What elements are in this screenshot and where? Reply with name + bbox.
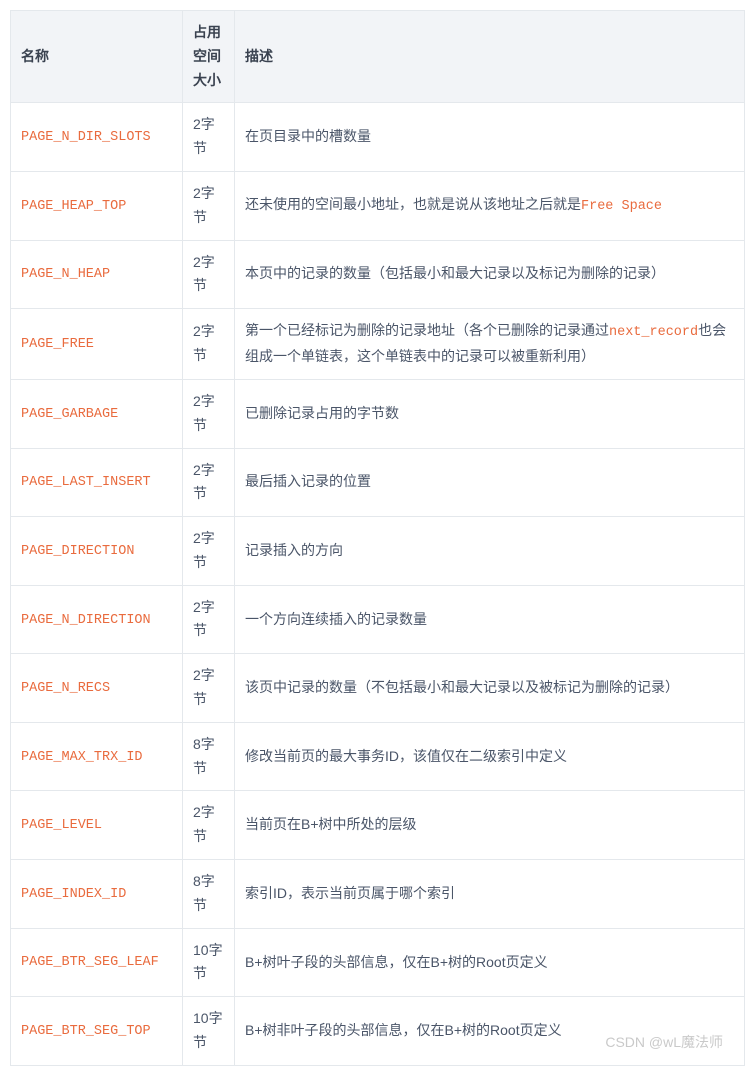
field-size: 10字节 <box>183 997 235 1066</box>
field-name-code: PAGE_BTR_SEG_LEAF <box>21 955 159 970</box>
field-size: 2字节 <box>183 791 235 860</box>
field-size: 10字节 <box>183 928 235 997</box>
field-desc: 修改当前页的最大事务ID，该值仅在二级索引中定义 <box>235 722 745 791</box>
field-desc: 该页中记录的数量（不包括最小和最大记录以及被标记为删除的记录） <box>235 654 745 723</box>
field-size: 2字节 <box>183 240 235 309</box>
desc-text: B+树叶子段的头部信息，仅在B+树的Root页定义 <box>245 954 548 970</box>
table-row: PAGE_HEAP_TOP 2字节还未使用的空间最小地址，也就是说从该地址之后就是… <box>11 171 745 240</box>
desc-text: 最后插入记录的位置 <box>245 473 371 489</box>
desc-text: 已删除记录占用的字节数 <box>245 405 399 421</box>
desc-text: 记录插入的方向 <box>245 542 343 558</box>
field-size: 2字节 <box>183 103 235 172</box>
field-size: 2字节 <box>183 171 235 240</box>
field-name-code: PAGE_MAX_TRX_ID <box>21 750 143 765</box>
field-size: 2字节 <box>183 309 235 380</box>
field-name-code: PAGE_DIRECTION <box>21 544 134 559</box>
field-desc: 索引ID，表示当前页属于哪个索引 <box>235 860 745 929</box>
inline-code: Free Space <box>581 199 662 214</box>
field-name-code: PAGE_INDEX_ID <box>21 887 126 902</box>
desc-text: 第一个已经标记为删除的记录地址（各个已删除的记录通过 <box>245 322 609 338</box>
field-desc: 在页目录中的槽数量 <box>235 103 745 172</box>
desc-text: B+树非叶子段的头部信息，仅在B+树的Root页定义 <box>245 1022 562 1038</box>
field-desc: 已删除记录占用的字节数 <box>235 379 745 448</box>
desc-text: 一个方向连续插入的记录数量 <box>245 611 427 627</box>
desc-text: 当前页在B+树中所处的层级 <box>245 816 417 832</box>
table-row: PAGE_BTR_SEG_LEAF 10字节 B+树叶子段的头部信息，仅在B+树的R… <box>11 928 745 997</box>
desc-text: 该页中记录的数量（不包括最小和最大记录以及被标记为删除的记录） <box>245 679 679 695</box>
table-row: PAGE_MAX_TRX_ID 8字节修改当前页的最大事务ID，该值仅在二级索引中… <box>11 722 745 791</box>
col-header-name: 名称 <box>11 11 183 103</box>
col-header-desc: 描述 <box>235 11 745 103</box>
field-name-code: PAGE_BTR_SEG_TOP <box>21 1024 151 1039</box>
field-name-code: PAGE_GARBAGE <box>21 407 118 422</box>
table-row: PAGE_FREE 2字节第一个已经标记为删除的记录地址（各个已删除的记录通过ne… <box>11 309 745 380</box>
field-name-code: PAGE_LAST_INSERT <box>21 475 151 490</box>
field-desc: 当前页在B+树中所处的层级 <box>235 791 745 860</box>
field-size: 2字节 <box>183 448 235 517</box>
table-row: PAGE_DIRECTION 2字节记录插入的方向 <box>11 517 745 586</box>
field-desc: 记录插入的方向 <box>235 517 745 586</box>
field-name-code: PAGE_N_DIR_SLOTS <box>21 130 151 145</box>
desc-text: 还未使用的空间最小地址，也就是说从该地址之后就是 <box>245 196 581 212</box>
field-desc: 本页中的记录的数量（包括最小和最大记录以及标记为删除的记录） <box>235 240 745 309</box>
desc-text: 本页中的记录的数量（包括最小和最大记录以及标记为删除的记录） <box>245 265 665 281</box>
field-desc: B+树叶子段的头部信息，仅在B+树的Root页定义 <box>235 928 745 997</box>
field-size: 2字节 <box>183 379 235 448</box>
table-row: PAGE_N_DIRECTION 2字节一个方向连续插入的记录数量 <box>11 585 745 654</box>
table-row: PAGE_LAST_INSERT 2字节最后插入记录的位置 <box>11 448 745 517</box>
table-row: PAGE_N_RECS 2字节该页中记录的数量（不包括最小和最大记录以及被标记为删… <box>11 654 745 723</box>
field-size: 8字节 <box>183 860 235 929</box>
field-size: 2字节 <box>183 585 235 654</box>
table-row: PAGE_LEVEL 2字节当前页在B+树中所处的层级 <box>11 791 745 860</box>
field-name-code: PAGE_LEVEL <box>21 818 102 833</box>
field-size: 8字节 <box>183 722 235 791</box>
table-header-row: 名称 占用空间大小 描述 <box>11 11 745 103</box>
desc-text: 修改当前页的最大事务ID，该值仅在二级索引中定义 <box>245 748 567 764</box>
field-name-code: PAGE_FREE <box>21 337 94 352</box>
col-header-size: 占用空间大小 <box>183 11 235 103</box>
table-row: PAGE_N_DIR_SLOTS 2字节在页目录中的槽数量 <box>11 103 745 172</box>
table-row: PAGE_BTR_SEG_TOP 10字节 B+树非叶子段的头部信息，仅在B+树的R… <box>11 997 745 1066</box>
field-name-code: PAGE_N_RECS <box>21 681 110 696</box>
table-row: PAGE_INDEX_ID 8字节索引ID，表示当前页属于哪个索引 <box>11 860 745 929</box>
field-size: 2字节 <box>183 654 235 723</box>
desc-text: 索引ID，表示当前页属于哪个索引 <box>245 885 455 901</box>
field-desc: 还未使用的空间最小地址，也就是说从该地址之后就是Free Space <box>235 171 745 240</box>
table-row: PAGE_N_HEAP 2字节本页中的记录的数量（包括最小和最大记录以及标记为删除… <box>11 240 745 309</box>
field-desc: 最后插入记录的位置 <box>235 448 745 517</box>
field-size: 2字节 <box>183 517 235 586</box>
table-row: PAGE_GARBAGE 2字节已删除记录占用的字节数 <box>11 379 745 448</box>
field-name-code: PAGE_N_DIRECTION <box>21 613 151 628</box>
field-desc: 一个方向连续插入的记录数量 <box>235 585 745 654</box>
desc-text: 在页目录中的槽数量 <box>245 128 371 144</box>
field-name-code: PAGE_N_HEAP <box>21 267 110 282</box>
inline-code: next_record <box>609 325 698 340</box>
field-desc: B+树非叶子段的头部信息，仅在B+树的Root页定义 <box>235 997 745 1066</box>
page-header-fields-table: 名称 占用空间大小 描述 PAGE_N_DIR_SLOTS2字节在页目录中的槽数… <box>10 10 745 1066</box>
field-desc: 第一个已经标记为删除的记录地址（各个已删除的记录通过next_record也会组… <box>235 309 745 380</box>
field-name-code: PAGE_HEAP_TOP <box>21 199 126 214</box>
